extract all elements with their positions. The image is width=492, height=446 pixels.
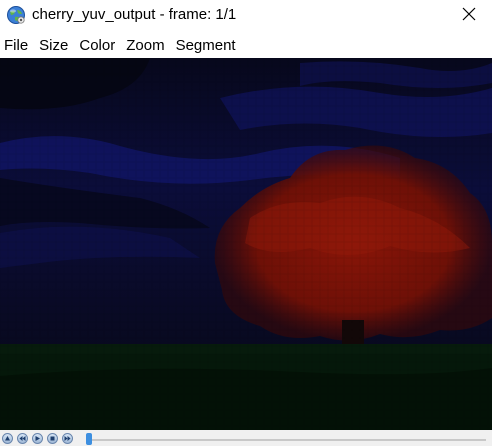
menu-zoom[interactable]: Zoom [122, 34, 171, 58]
video-frame [0, 58, 492, 430]
close-icon [462, 7, 476, 26]
fast-forward-icon[interactable] [62, 433, 73, 444]
menu-file[interactable]: File [0, 34, 35, 58]
close-button[interactable] [446, 0, 492, 32]
menu-segment[interactable]: Segment [172, 34, 243, 58]
stop-icon[interactable] [47, 433, 58, 444]
title-bar[interactable]: cherry_yuv_output - frame: 1/1 [0, 0, 492, 32]
menu-color[interactable]: Color [75, 34, 122, 58]
viewer-window: cherry_yuv_output - frame: 1/1 File Size… [0, 0, 492, 446]
rewind-icon[interactable] [17, 433, 28, 444]
menu-size[interactable]: Size [35, 34, 75, 58]
playback-controls [0, 430, 492, 446]
up-arrow-icon[interactable] [2, 433, 13, 444]
globe-app-icon [6, 5, 26, 25]
frame-image [0, 58, 492, 430]
seek-bar[interactable] [86, 439, 486, 441]
seek-thumb[interactable] [86, 433, 92, 445]
menu-bar: File Size Color Zoom Segment [0, 34, 492, 58]
play-icon[interactable] [32, 433, 43, 444]
window-title: cherry_yuv_output - frame: 1/1 [32, 6, 237, 23]
